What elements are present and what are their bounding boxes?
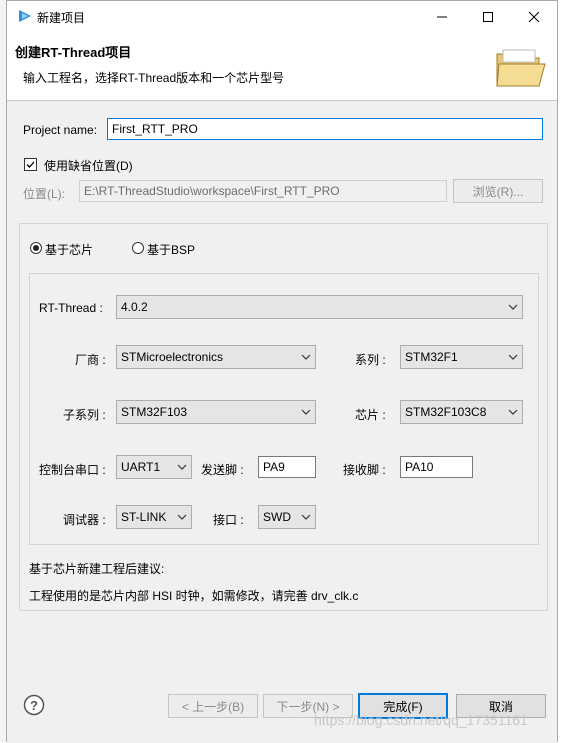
advice-text: 工程使用的是芯片内部 HSI 时钟，如需修改，请完善 drv_clk.c xyxy=(29,589,359,603)
vendor-select[interactable]: STMicroelectronics xyxy=(116,345,316,369)
vendor-label: 厂商 : xyxy=(75,353,106,367)
new-project-dialog: 新建项目 创建RT-Thread项目 输入工程名，选择RT-Thread版本和一… xyxy=(6,0,558,743)
use-default-location-checkbox[interactable] xyxy=(24,158,37,171)
debugger-label: 调试器 : xyxy=(63,513,106,527)
chip-label: 芯片 : xyxy=(355,408,386,422)
wizard-header: 创建RT-Thread项目 输入工程名，选择RT-Thread版本和一个芯片型号 xyxy=(7,32,557,101)
location-label: 位置(L): xyxy=(23,187,66,201)
rtthread-version-value: 4.0.2 xyxy=(121,300,148,314)
rx-pin-input[interactable]: PA10 xyxy=(400,456,473,478)
rt-thread-app-icon xyxy=(19,10,31,22)
bsp-mode-radio[interactable] xyxy=(132,242,144,254)
subseries-select[interactable]: STM32F103 xyxy=(116,400,316,424)
use-default-location-label[interactable]: 使用缺省位置(D) xyxy=(44,157,133,174)
advice-title: 基于芯片新建工程后建议: xyxy=(29,562,165,576)
rtthread-version-select[interactable]: 4.0.2 xyxy=(116,295,523,319)
project-name-input[interactable]: First_RTT_PRO xyxy=(107,118,543,140)
window-title: 新建项目 xyxy=(37,11,86,25)
title-bar[interactable]: 新建项目 xyxy=(7,1,557,32)
minimize-icon xyxy=(437,16,447,17)
project-name-label: Project name: xyxy=(23,123,98,137)
browse-button[interactable]: 浏览(R)... xyxy=(453,179,543,203)
watermark-text: https://blog.csdn.net/qq_17351161 xyxy=(314,712,528,728)
interface-select[interactable]: SWD xyxy=(258,505,316,529)
series-label: 系列 : xyxy=(355,353,386,367)
chip-select[interactable]: STM32F103C8 xyxy=(400,400,523,424)
maximize-button[interactable] xyxy=(465,1,511,32)
chevron-down-icon xyxy=(508,304,518,310)
help-icon[interactable]: ? xyxy=(23,694,45,716)
interface-value: SWD xyxy=(263,510,291,524)
chip-mode-label[interactable]: 基于芯片 xyxy=(45,241,93,258)
chevron-down-icon xyxy=(301,514,311,520)
bsp-mode-label[interactable]: 基于BSP xyxy=(147,241,195,258)
series-value: STM32F1 xyxy=(405,350,458,364)
debugger-select[interactable]: ST-LINK xyxy=(116,505,192,529)
tx-pin-label: 发送脚 : xyxy=(201,463,244,477)
chip-value: STM32F103C8 xyxy=(405,405,487,419)
console-uart-select[interactable]: UART1 xyxy=(116,455,192,479)
chevron-down-icon xyxy=(177,514,187,520)
checkmark-icon xyxy=(26,161,35,168)
close-icon xyxy=(528,11,540,22)
chevron-down-icon xyxy=(301,409,311,415)
console-uart-label: 控制台串口 : xyxy=(39,463,106,477)
chevron-down-icon xyxy=(508,354,518,360)
svg-text:?: ? xyxy=(30,698,38,713)
minimize-button[interactable] xyxy=(419,1,465,32)
chip-mode-radio[interactable] xyxy=(30,242,42,254)
back-button[interactable]: < 上一步(B) xyxy=(168,694,258,718)
close-button[interactable] xyxy=(511,1,557,32)
series-select[interactable]: STM32F1 xyxy=(400,345,523,369)
console-uart-value: UART1 xyxy=(121,460,161,474)
maximize-icon xyxy=(483,11,493,22)
vendor-value: STMicroelectronics xyxy=(121,350,224,364)
subseries-value: STM32F103 xyxy=(121,405,188,419)
folder-icon xyxy=(496,49,546,87)
location-input[interactable]: E:\RT-ThreadStudio\workspace\First_RTT_P… xyxy=(79,180,447,202)
subseries-label: 子系列 : xyxy=(63,408,106,422)
chevron-down-icon xyxy=(301,354,311,360)
tx-pin-input[interactable]: PA9 xyxy=(258,456,316,478)
page-title: 创建RT-Thread项目 xyxy=(15,45,132,60)
debugger-value: ST-LINK xyxy=(121,510,167,524)
interface-label: 接口 : xyxy=(213,513,244,527)
chevron-down-icon xyxy=(177,464,187,470)
chevron-down-icon xyxy=(508,409,518,415)
page-subtitle: 输入工程名，选择RT-Thread版本和一个芯片型号 xyxy=(23,71,285,85)
rx-pin-label: 接收脚 : xyxy=(343,463,386,477)
rtthread-version-label: RT-Thread : xyxy=(39,301,103,315)
